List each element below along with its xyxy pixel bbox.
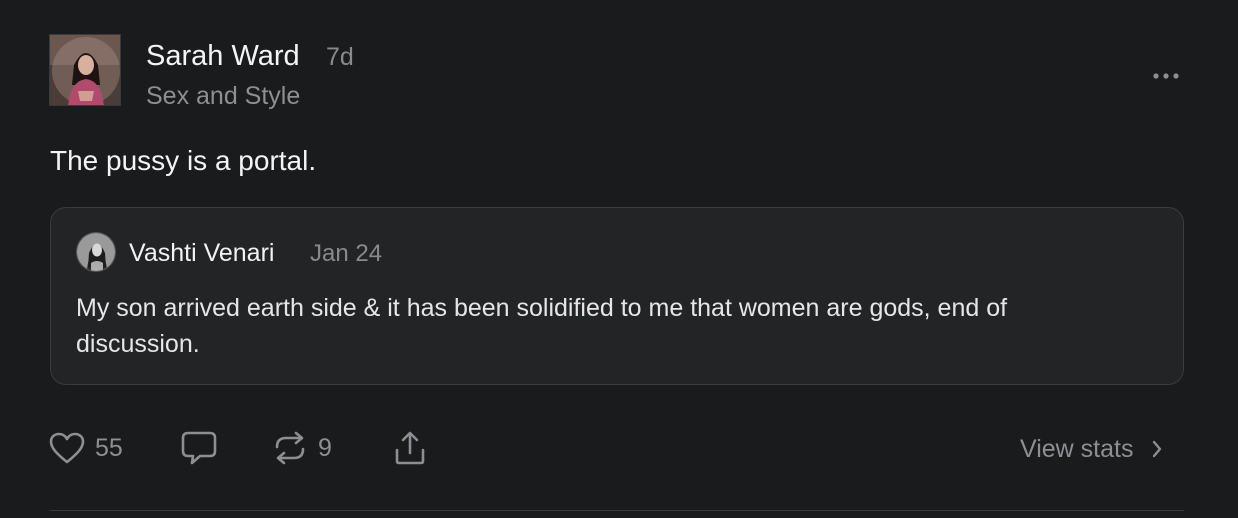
share-button[interactable]	[392, 428, 428, 468]
view-stats-button[interactable]: View stats	[1020, 432, 1163, 466]
like-button[interactable]: 55	[49, 428, 123, 468]
restack-button[interactable]: 9	[272, 428, 332, 468]
comment-icon	[181, 431, 217, 465]
more-options-button[interactable]	[1148, 64, 1184, 88]
post-body-text: The pussy is a portal.	[50, 145, 317, 176]
comment-button[interactable]	[180, 428, 218, 468]
quoted-author-avatar[interactable]	[76, 232, 116, 272]
author-name[interactable]: Sarah Ward	[146, 40, 300, 73]
quoted-post-text: My son arrived earth side & it has been …	[76, 294, 1008, 358]
post-timestamp[interactable]: 7d	[326, 43, 354, 72]
restack-count: 9	[318, 433, 332, 462]
author-avatar[interactable]	[49, 34, 121, 106]
heart-icon	[49, 432, 85, 464]
chevron-right-icon	[1153, 440, 1162, 458]
quoted-author-name[interactable]: Vashti Venari	[129, 239, 274, 268]
view-stats-label: View stats	[1020, 434, 1134, 463]
quoted-post-timestamp: Jan 24	[310, 240, 383, 267]
share-icon	[395, 431, 425, 465]
like-count: 55	[95, 433, 123, 462]
restack-icon	[275, 431, 305, 465]
more-horizontal-icon	[1153, 73, 1179, 79]
post-divider	[50, 510, 1184, 511]
post: Sarah Ward 7d Sex and Style The pussy is…	[0, 0, 1238, 518]
publication-name[interactable]: Sex and Style	[146, 82, 300, 111]
quoted-post-card[interactable]: Vashti Venari Jan 24 My son arrived eart…	[50, 207, 1184, 385]
